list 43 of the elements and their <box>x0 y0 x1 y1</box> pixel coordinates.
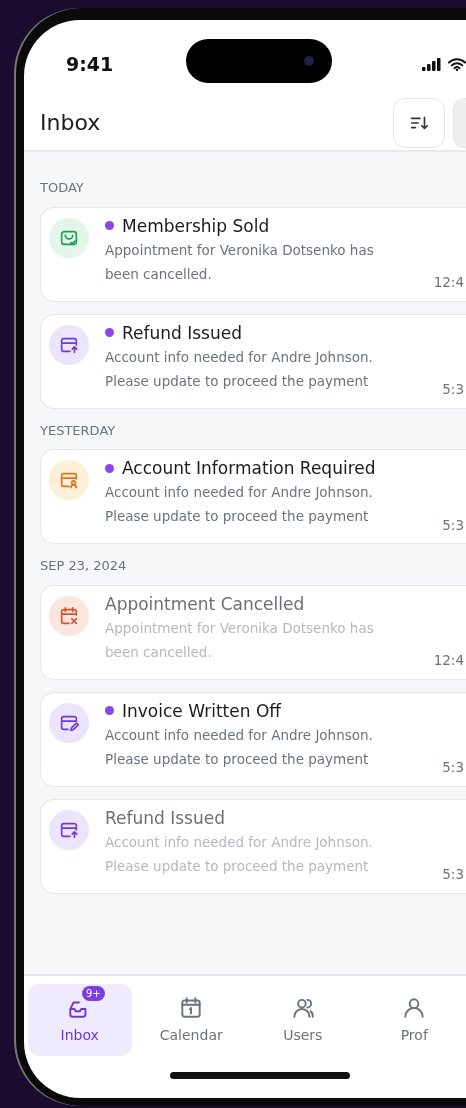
unread-dot <box>105 328 114 337</box>
notification-time: 5:3 <box>442 865 464 885</box>
notification-message: Account info needed for Andre Johnson. Please update to proceed the payment <box>105 725 374 769</box>
notification-title: Membership Sold <box>122 214 270 238</box>
tab-bar-item[interactable]: Prof <box>362 984 466 1056</box>
notification-card[interactable]: Refund Issued Account info needed for Andre Johnson. Please update to proceed the payment 5:3 <box>40 798 466 894</box>
notification-card[interactable]: Membership Sold Appointment for Veronika Dotsenko has been cancelled. 12:4 <box>40 206 466 302</box>
tab-bar-item[interactable]: Users <box>251 984 355 1056</box>
unread-dot <box>105 463 114 473</box>
tab-bar-item[interactable]: Calendar <box>139 984 243 1056</box>
notification-message: Account info needed for Andre Johnson. Please update to proceed the payment <box>105 832 374 876</box>
section-label: SEP 23, 2024 <box>40 557 128 575</box>
calendar-cross-icon <box>58 604 80 627</box>
status-time: 9:41 <box>66 52 115 78</box>
notification-message: Appointment for Veronika Dotsenko has been cancelled. <box>105 240 375 284</box>
notification-card[interactable]: Appointment Cancelled Appointment for Veronika Dotsenko has been cancelled. 12:4 <box>40 584 466 680</box>
notification-time: 5:3 <box>442 380 464 400</box>
wifi-icon <box>448 58 466 71</box>
notification-time: 12:4 <box>433 651 464 671</box>
unread-dot <box>105 221 114 230</box>
notification-card[interactable]: Account Information Required Account info needed for Andre Johnson. Please update to proceed the payment 5:3 <box>40 449 466 544</box>
signal-icon <box>422 58 442 71</box>
tab-bar-item[interactable]: 9+ Inbox <box>28 984 132 1056</box>
notification-card[interactable]: Refund Issued Account info needed for Andre Johnson. Please update to proceed the payment 5:3 <box>40 313 466 409</box>
notification-time: 5:3 <box>442 758 464 778</box>
notification-title: Refund Issued <box>105 806 225 830</box>
camera-icon <box>304 55 314 66</box>
sort-button[interactable] <box>393 97 445 148</box>
section-label: YESTERDAY <box>40 421 117 440</box>
page-title: Inbox <box>40 109 101 137</box>
notification-title: Refund Issued <box>122 321 242 345</box>
unread-dot <box>105 706 114 715</box>
notification-time: 5:3 <box>442 515 464 535</box>
notification-badge: 9+ <box>82 985 105 1001</box>
section-label: TODAY <box>40 179 85 197</box>
notification-title: Account Information Required <box>122 457 376 480</box>
notification-card[interactable]: Invoice Written Off Account info needed for Andre Johnson. Please update to proceed the payment 5:3 <box>40 691 466 787</box>
notification-time: 12:4 <box>433 273 464 293</box>
notification-title: Invoice Written Off <box>122 699 281 723</box>
notification-title: Appointment Cancelled <box>105 592 305 616</box>
notification-message: Appointment for Veronika Dotsenko has been cancelled. <box>105 618 375 662</box>
notification-message: Account info needed for Andre Johnson. Please update to proceed the payment <box>105 483 374 526</box>
notification-message: Account info needed for Andre Johnson. Please update to proceed the payment <box>105 347 374 391</box>
